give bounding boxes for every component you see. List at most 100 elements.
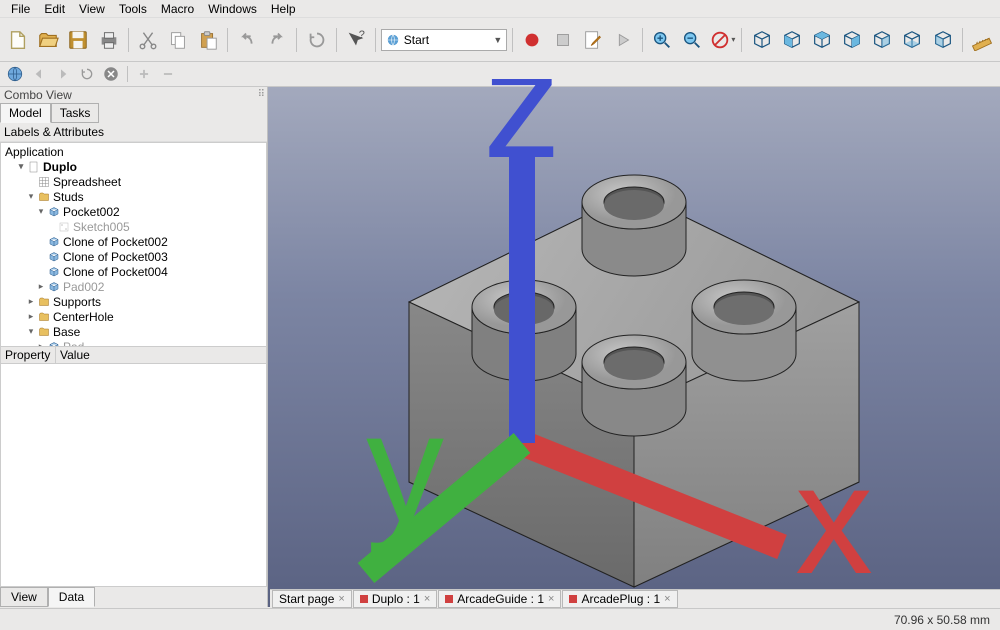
main-toolbar: ? Start ▼ ▾ [0,18,1000,62]
tree-item[interactable]: Clone of Pocket002 [1,234,266,249]
close-icon[interactable]: × [338,593,344,605]
box3d-icon [47,266,61,278]
folder-icon [37,311,51,323]
svg-text:y: y [366,381,444,555]
menu-windows[interactable]: Windows [201,0,264,18]
print-button[interactable] [95,25,123,54]
macro-edit-button[interactable] [579,25,607,54]
doc-tab-duplo[interactable]: Duplo : 1× [353,590,437,608]
view-rear-button[interactable] [868,25,896,54]
tree-item[interactable]: ▸Pad002 [1,279,266,294]
workbench-selector[interactable]: Start ▼ [381,29,508,51]
separator [296,28,297,52]
paste-button[interactable] [194,25,222,54]
tree-item[interactable]: Sketch005 [1,219,266,234]
close-icon[interactable]: × [424,593,430,605]
svg-text:?: ? [358,29,364,41]
nav-stop-button[interactable] [100,63,122,85]
tab-data[interactable]: Data [48,587,95,607]
combo-view-panel: Combo View ⠿ Model Tasks Labels & Attrib… [0,87,268,607]
nav-forward-button[interactable] [52,63,74,85]
close-icon[interactable]: × [548,593,554,605]
save-button[interactable] [64,25,92,54]
view-bottom-button[interactable] [898,25,926,54]
menu-file[interactable]: File [4,0,37,18]
chevron-down-icon: ▼ [493,35,502,45]
sketch-icon [57,221,71,233]
status-dimensions: 70.96 x 50.58 mm [894,613,990,627]
tree-item[interactable]: Clone of Pocket004 [1,264,266,279]
zoom-in-button[interactable] [648,25,676,54]
doc-tab-arcadeguide[interactable]: ArcadeGuide : 1× [438,590,561,608]
menu-view[interactable]: View [72,0,112,18]
separator [741,28,742,52]
separator [375,28,376,52]
box3d-icon [47,206,61,218]
doc-tab-arcadeplug[interactable]: ArcadePlug : 1× [562,590,677,608]
macro-stop-button[interactable] [548,25,576,54]
tree-doc-duplo[interactable]: ▾Duplo [1,159,266,174]
tab-model[interactable]: Model [0,103,51,123]
svg-text:x: x [795,433,873,599]
nav-back-button[interactable] [28,63,50,85]
tree-item[interactable]: Spreadsheet [1,174,266,189]
3d-viewport[interactable]: x z y [268,87,1000,607]
whats-this-button[interactable]: ? [342,25,370,54]
view-iso-button[interactable] [747,25,775,54]
status-bar: 70.96 x 50.58 mm [0,608,1000,630]
menu-help[interactable]: Help [264,0,303,18]
tree-item[interactable]: ▾Pocket002 [1,204,266,219]
zoom-in-small-button[interactable] [133,63,155,85]
zoom-out-button[interactable] [678,25,706,54]
draw-style-button[interactable]: ▾ [708,25,736,54]
separator [642,28,643,52]
tab-tasks[interactable]: Tasks [51,103,100,123]
main-area: Combo View ⠿ Model Tasks Labels & Attrib… [0,87,1000,607]
tree-item[interactable]: ▾Studs [1,189,266,204]
zoom-out-small-button[interactable] [157,63,179,85]
separator [962,28,963,52]
tree-item[interactable]: ▸CenterHole [1,309,266,324]
view-front-button[interactable] [778,25,806,54]
tree-item[interactable]: ▸Pad [1,339,266,347]
tree-item[interactable]: Clone of Pocket003 [1,249,266,264]
nav-refresh-button[interactable] [76,63,98,85]
separator [127,66,128,82]
folder-icon [37,191,51,203]
new-file-button[interactable] [4,25,32,54]
web-home-button[interactable] [4,63,26,85]
view-right-button[interactable] [838,25,866,54]
view-top-button[interactable] [808,25,836,54]
copy-button[interactable] [164,25,192,54]
view-left-button[interactable] [928,25,956,54]
close-icon[interactable]: × [664,593,670,605]
box3d-icon [47,251,61,263]
menu-macro[interactable]: Macro [154,0,201,18]
menu-bar: File Edit View Tools Macro Windows Help [0,0,1000,18]
macro-run-button[interactable] [609,25,637,54]
separator [512,28,513,52]
svg-text:z: z [483,79,561,191]
redo-button[interactable] [263,25,291,54]
doc-icon [569,595,577,603]
grid-icon [37,176,51,188]
macro-record-button[interactable] [518,25,546,54]
folder-icon [37,326,51,338]
refresh-button[interactable] [302,25,330,54]
tab-view[interactable]: View [0,587,48,607]
cut-button[interactable] [134,25,162,54]
tree-item[interactable]: ▸Supports [1,294,266,309]
model-tree[interactable]: Application ▾Duplo Spreadsheet▾Studs▾Poc… [0,142,267,347]
combo-tabs: Model Tasks [0,103,267,123]
doc-tab-start[interactable]: Start page× [272,590,352,608]
menu-tools[interactable]: Tools [112,0,154,18]
tree-item[interactable]: ▾Base [1,324,266,339]
property-panel[interactable] [0,364,267,587]
separator [227,28,228,52]
open-file-button[interactable] [34,25,62,54]
undo-button[interactable] [233,25,261,54]
menu-edit[interactable]: Edit [37,0,72,18]
tree-application[interactable]: Application [1,144,266,159]
measure-button[interactable] [968,25,996,54]
document-icon [27,161,41,173]
